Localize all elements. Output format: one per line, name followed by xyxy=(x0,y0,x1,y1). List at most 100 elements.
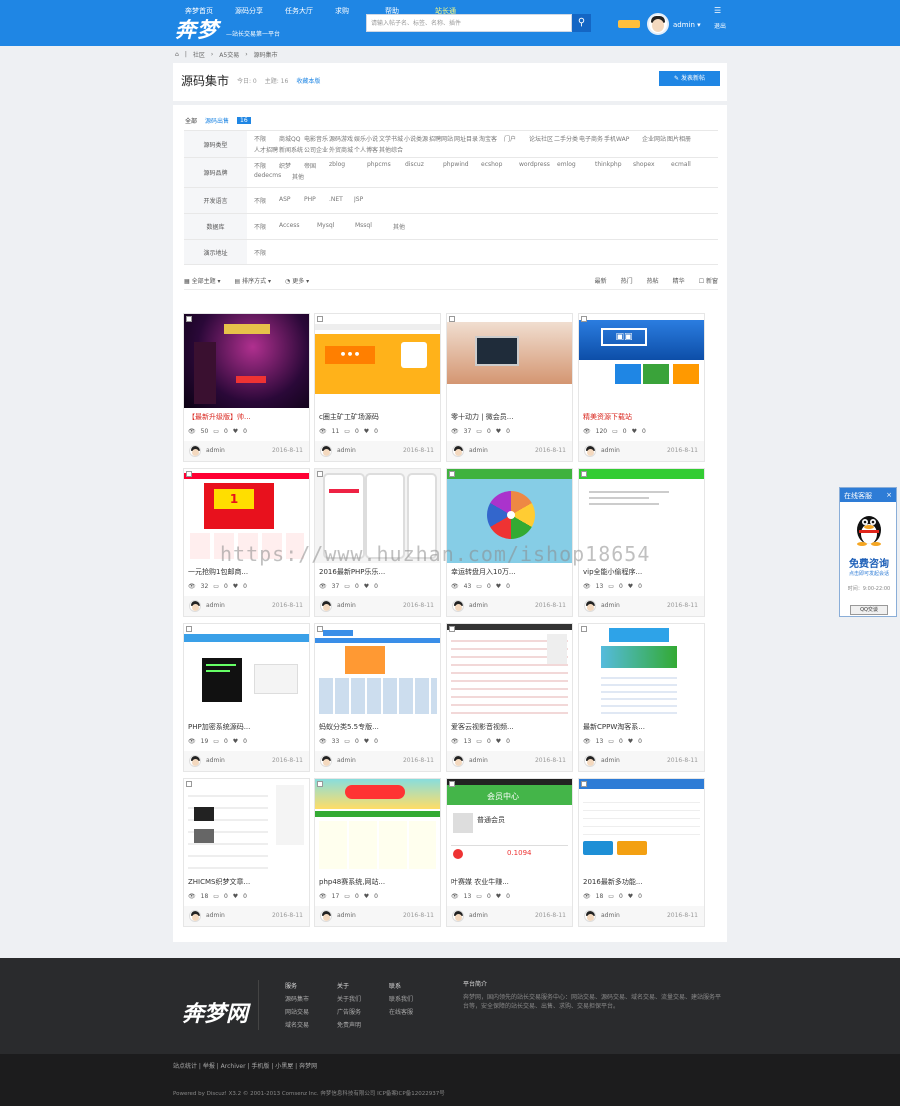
thread-card[interactable]: ZHICMS织梦文章... 👁 18 ▭ 0 ♥ 0 admin 2016-8-11 xyxy=(183,778,310,927)
sort-hot-posts[interactable]: 热帖 xyxy=(647,276,659,285)
thread-thumbnail[interactable]: 会员中心 普通会员 0.1094 xyxy=(447,779,572,873)
author-name[interactable]: admin xyxy=(469,602,488,609)
author-name[interactable]: admin xyxy=(206,912,225,919)
thread-thumbnail[interactable] xyxy=(579,624,704,718)
filter-option[interactable]: 企业网站 xyxy=(642,134,667,145)
author-avatar[interactable] xyxy=(189,445,201,457)
favorite-forum-link[interactable]: 收藏本版 xyxy=(296,76,320,85)
thread-thumbnail[interactable]: ••• xyxy=(315,314,440,408)
tab-source-sale[interactable]: 源码出售 xyxy=(205,116,229,125)
author-avatar[interactable] xyxy=(320,755,332,767)
sort-more[interactable]: ◔ 更多 ▾ xyxy=(285,276,309,285)
filter-option[interactable]: 娱乐小说 xyxy=(354,134,379,145)
thread-card[interactable]: ••• c圈主矿工矿场源码 👁 11 ▭ 0 ♥ 0 admin 2016-8-11 xyxy=(314,313,441,462)
thread-thumbnail[interactable] xyxy=(447,314,572,408)
author-name[interactable]: admin xyxy=(337,602,356,609)
filter-option[interactable]: 电影音乐 xyxy=(304,134,329,145)
thread-thumbnail[interactable]: ▣▣ xyxy=(579,314,704,408)
thread-title[interactable]: 2016最新PHP乐乐... xyxy=(319,567,437,577)
author-name[interactable]: admin xyxy=(469,447,488,454)
filter-option[interactable]: Mssql xyxy=(355,222,393,233)
user-avatar[interactable] xyxy=(647,13,669,35)
search-input[interactable]: 请输入帖子名、标签、名称、插件 xyxy=(366,14,572,32)
author-avatar[interactable] xyxy=(584,600,596,612)
filter-option[interactable]: phpwind xyxy=(443,161,481,172)
author-name[interactable]: admin xyxy=(601,912,620,919)
footer-link[interactable]: 免责声明 xyxy=(337,1019,361,1032)
thread-card[interactable]: 会员中心 普通会员 0.1094 叶赛媒 农业牛赚... 👁 13 ▭ 0 ♥ 0 admin 201… xyxy=(446,778,573,927)
filter-option[interactable]: 帝国 xyxy=(304,161,329,172)
filter-option[interactable]: 人才招聘 xyxy=(254,145,279,156)
thread-title[interactable]: 2016最新多功能... xyxy=(583,877,701,887)
thread-card[interactable]: 【最新升级版】帅... 👁 50 ▭ 0 ♥ 0 admin 2016-8-11 xyxy=(183,313,310,462)
author-avatar[interactable] xyxy=(584,445,596,457)
author-avatar[interactable] xyxy=(452,910,464,922)
footer-link[interactable]: 源码集市 xyxy=(285,993,309,1006)
site-logo[interactable]: 奔梦 xyxy=(175,14,219,44)
author-name[interactable]: admin xyxy=(206,602,225,609)
select-checkbox[interactable] xyxy=(581,316,587,322)
footer-link[interactable]: 网站交易 xyxy=(285,1006,309,1019)
author-avatar[interactable] xyxy=(320,600,332,612)
filter-option[interactable]: 论坛社区 xyxy=(529,134,554,145)
filter-option[interactable]: Access xyxy=(279,222,317,233)
thread-title[interactable]: 叶赛媒 农业牛赚... xyxy=(451,877,569,887)
thread-card[interactable]: ▣▣ 精美资源下载站 👁 120 ▭ 0 ♥ 0 admin 2016-8-11 xyxy=(578,313,705,462)
filter-option[interactable]: 招聘网站 xyxy=(429,134,454,145)
thread-card[interactable]: 蚂蚁分类5.5专版... 👁 33 ▭ 0 ♥ 0 admin 2016-8-11 xyxy=(314,623,441,772)
thread-title[interactable]: php48赛系统,网站... xyxy=(319,877,437,887)
filter-option[interactable]: 源码游戏 xyxy=(329,134,354,145)
select-checkbox[interactable] xyxy=(449,626,455,632)
filter-option[interactable]: Mysql xyxy=(317,222,355,233)
filter-option[interactable]: 织梦 xyxy=(279,161,304,172)
filter-option[interactable]: 其他 xyxy=(292,172,317,183)
select-checkbox[interactable] xyxy=(449,781,455,787)
home-icon[interactable]: ⌂ xyxy=(175,51,179,58)
filter-option[interactable]: wordpress xyxy=(519,161,557,172)
qq-chat-button[interactable]: QQ交谈 xyxy=(850,605,888,615)
breadcrumb-item[interactable]: 源码集市 xyxy=(254,50,278,59)
filter-option[interactable]: phpcms xyxy=(367,161,405,172)
author-name[interactable]: admin xyxy=(337,912,356,919)
select-checkbox[interactable] xyxy=(317,626,323,632)
filter-option[interactable]: ASP xyxy=(279,196,304,207)
thread-thumbnail[interactable] xyxy=(447,624,572,718)
thread-card[interactable]: 爱客云视影音视频... 👁 13 ▭ 0 ♥ 0 admin 2016-8-11 xyxy=(446,623,573,772)
thread-title[interactable]: 蚂蚁分类5.5专版... xyxy=(319,722,437,732)
author-avatar[interactable] xyxy=(584,910,596,922)
footer-link[interactable]: 关于我们 xyxy=(337,993,361,1006)
thread-title[interactable]: PHP加密系统源码... xyxy=(188,722,306,732)
search-icon[interactable]: ⚲ xyxy=(572,14,591,32)
breadcrumb-item[interactable]: A5交易 xyxy=(219,50,239,59)
filter-option[interactable]: 外贸商城 xyxy=(329,145,354,156)
select-checkbox[interactable] xyxy=(581,471,587,477)
filter-option[interactable]: ecmall xyxy=(671,161,709,172)
thread-card[interactable]: php48赛系统,网站... 👁 17 ▭ 0 ♥ 0 admin 2016-8-11 xyxy=(314,778,441,927)
thread-title[interactable]: ZHICMS织梦文章... xyxy=(188,877,306,887)
filter-option[interactable]: dedecms xyxy=(254,172,292,183)
thread-title[interactable]: 【最新升级版】帅... xyxy=(188,412,306,422)
author-avatar[interactable] xyxy=(189,755,201,767)
footer-link[interactable]: 联系我们 xyxy=(389,993,413,1006)
filter-option[interactable]: zblog xyxy=(329,161,367,172)
thread-card[interactable]: PHP加密系统源码... 👁 19 ▭ 0 ♥ 0 admin 2016-8-11 xyxy=(183,623,310,772)
filter-option[interactable]: discuz xyxy=(405,161,443,172)
filter-option[interactable]: PHP xyxy=(304,196,329,207)
thread-thumbnail[interactable] xyxy=(184,624,309,718)
footer-link[interactable]: 域名交易 xyxy=(285,1019,309,1032)
author-name[interactable]: admin xyxy=(601,602,620,609)
sort-latest[interactable]: 最新 xyxy=(595,276,607,285)
filter-option[interactable]: 手机WAP xyxy=(604,134,642,145)
thread-card[interactable]: 零十动力 | 微会员... 👁 37 ▭ 0 ♥ 0 admin 2016-8-11 xyxy=(446,313,573,462)
select-checkbox[interactable] xyxy=(317,471,323,477)
thread-title[interactable]: c圈主矿工矿场源码 xyxy=(319,412,437,422)
author-name[interactable]: admin xyxy=(601,447,620,454)
filter-option[interactable]: 不限 xyxy=(254,134,279,145)
filter-option[interactable]: ecshop xyxy=(481,161,519,172)
select-checkbox[interactable] xyxy=(186,626,192,632)
filter-option[interactable]: 淘宝客 xyxy=(479,134,504,145)
select-checkbox[interactable] xyxy=(449,471,455,477)
select-checkbox[interactable] xyxy=(317,316,323,322)
filter-option[interactable]: shopex xyxy=(633,161,671,172)
nav-item-tasks[interactable]: 任务大厅 xyxy=(285,6,335,16)
